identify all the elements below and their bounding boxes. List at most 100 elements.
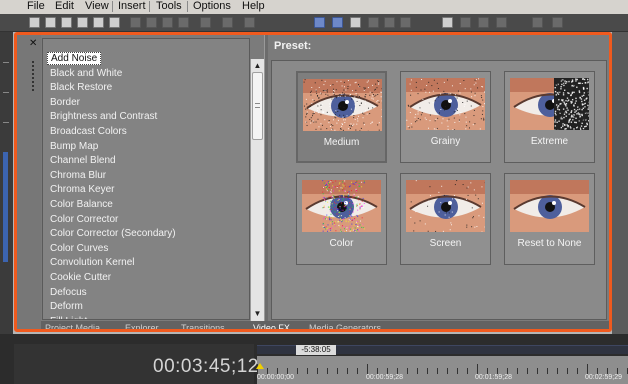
tab-item[interactable]: Project Media	[45, 323, 100, 329]
menu-options[interactable]: Options	[193, 0, 231, 13]
edit-tool-icon[interactable]	[314, 17, 325, 28]
menu-insert[interactable]: Insert	[118, 0, 146, 13]
effect-item[interactable]: Black Restore	[47, 81, 115, 94]
envelope-tool-icon[interactable]	[332, 17, 343, 28]
scroll-up-icon[interactable]: ▲	[251, 59, 264, 72]
grip-dot[interactable]	[32, 61, 34, 63]
save-icon[interactable]	[61, 17, 72, 28]
grip-dot[interactable]	[32, 69, 34, 71]
preset-card[interactable]: Medium	[296, 71, 387, 163]
print-icon[interactable]	[109, 17, 120, 28]
menu-view[interactable]: View	[85, 0, 109, 13]
effect-item[interactable]: Border	[47, 96, 83, 109]
grip-dot[interactable]	[32, 89, 34, 91]
preset-label: Extreme	[530, 136, 569, 147]
edge-selection-bar	[3, 152, 8, 262]
chapter-icon[interactable]	[496, 17, 507, 28]
effect-item[interactable]: Color Corrector (Secondary)	[47, 227, 179, 240]
preset-card[interactable]: Reset to None	[504, 173, 595, 265]
paste-icon[interactable]	[162, 17, 173, 28]
ruler-tick	[407, 368, 408, 374]
delete-icon[interactable]	[178, 17, 189, 28]
preset-card[interactable]: Grainy	[400, 71, 491, 163]
region-icon[interactable]	[460, 17, 471, 28]
effect-item[interactable]: Color Corrector	[47, 213, 121, 226]
command-icon[interactable]	[478, 17, 489, 28]
preset-card[interactable]: Screen	[400, 173, 491, 265]
lock-envelopes-icon[interactable]	[384, 17, 395, 28]
preset-card[interactable]: Extreme	[504, 71, 595, 163]
ruler-tick	[307, 368, 308, 374]
ruler-tick	[567, 368, 568, 374]
preset-card[interactable]: Color	[296, 173, 387, 265]
ruler-tick	[457, 368, 458, 374]
cut-icon[interactable]	[130, 17, 141, 28]
effect-item[interactable]: Chroma Blur	[47, 169, 109, 182]
tab-item[interactable]: Explorer	[125, 323, 159, 329]
preset-thumbnail	[510, 180, 589, 232]
new-icon[interactable]	[29, 17, 40, 28]
menu-tools[interactable]: Tools	[156, 0, 182, 13]
effect-item[interactable]: Color Curves	[47, 242, 111, 255]
grip-dot[interactable]	[32, 81, 34, 83]
region-marker[interactable]: -5:38:05	[296, 345, 336, 355]
preset-thumbnail	[406, 180, 485, 232]
help-icon[interactable]	[552, 17, 563, 28]
effect-item[interactable]: Fill Light	[47, 315, 90, 319]
ruler-tick	[337, 368, 338, 374]
effect-item[interactable]: Deform	[47, 300, 86, 313]
effect-item[interactable]: Broadcast Colors	[47, 125, 130, 138]
autoripple-icon[interactable]	[368, 17, 379, 28]
effect-item[interactable]: Defocus	[47, 286, 90, 299]
menu-file[interactable]: File	[27, 0, 45, 13]
ruler-tick	[517, 368, 518, 374]
grip-dot[interactable]	[32, 77, 34, 79]
refresh-icon[interactable]	[244, 17, 255, 28]
panel-splitter[interactable]	[264, 35, 268, 329]
close-icon[interactable]: ✕	[29, 39, 37, 49]
menu-separator	[149, 1, 150, 12]
tab-item[interactable]: Media Generators	[309, 323, 381, 329]
time-ruler[interactable]	[257, 356, 628, 384]
render-icon[interactable]	[77, 17, 88, 28]
undo-icon[interactable]	[200, 17, 211, 28]
edge-mark	[3, 122, 9, 123]
menu-help[interactable]: Help	[242, 0, 265, 13]
ruler-tick	[317, 368, 318, 374]
menu-separator	[187, 1, 188, 12]
snapping-icon[interactable]	[350, 17, 361, 28]
effect-item[interactable]: Add Noise	[47, 52, 102, 65]
effect-item[interactable]: Color Balance	[47, 198, 116, 211]
effect-item[interactable]: Chroma Keyer	[47, 183, 117, 196]
tab-item[interactable]: Transitions	[181, 323, 225, 329]
effect-item[interactable]: Channel Blend	[47, 154, 119, 167]
properties-icon[interactable]	[93, 17, 104, 28]
redo-icon[interactable]	[222, 17, 233, 28]
scroll-thumb[interactable]	[252, 72, 263, 140]
effect-item[interactable]: Cookie Cutter	[47, 271, 114, 284]
effects-list[interactable]: Add Noise Black and White Black Restore Bor…	[42, 38, 250, 320]
ruler-tick	[347, 368, 348, 374]
grip-dot[interactable]	[32, 65, 34, 67]
ruler-label: 00:02:59;29	[585, 374, 622, 381]
marker-icon[interactable]	[442, 17, 453, 28]
crossfade-icon[interactable]	[400, 17, 411, 28]
copy-icon[interactable]	[146, 17, 157, 28]
effect-item[interactable]: Convolution Kernel	[47, 256, 138, 269]
effect-item[interactable]: Bump Map	[47, 140, 101, 153]
scroll-down-icon[interactable]: ▼	[251, 307, 264, 320]
grip-dot[interactable]	[32, 85, 34, 87]
window-tabs: Project Media Explorer Transitions Video FX…	[41, 321, 609, 329]
open-icon[interactable]	[45, 17, 56, 28]
menu-edit[interactable]: Edit	[55, 0, 74, 13]
playhead-icon[interactable]	[256, 363, 264, 369]
effects-scrollbar[interactable]: ▲ ▼	[250, 59, 264, 321]
ruler-tick	[427, 368, 428, 374]
right-edge-panel	[612, 32, 628, 334]
dock-bar[interactable]: ✕	[17, 35, 41, 329]
effect-item[interactable]: Black and White	[47, 67, 125, 80]
grip-dot[interactable]	[32, 73, 34, 75]
tab-item[interactable]: Video FX	[253, 323, 290, 329]
whats-this-icon[interactable]	[532, 17, 543, 28]
effect-item[interactable]: Brightness and Contrast	[47, 110, 160, 123]
